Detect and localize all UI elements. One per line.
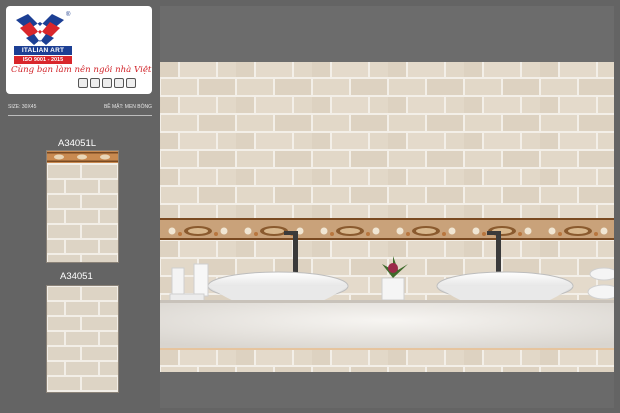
certification-badges (78, 78, 150, 90)
brand-name: ITALIAN ART (14, 46, 72, 55)
size-label: SIZE: 30X45 (8, 104, 37, 110)
iso-certification: ISO 9001 - 2015 (14, 56, 72, 64)
brand-slogan: Cùng bạn làm nên ngôi nhà Việt (11, 65, 152, 75)
spec-divider (8, 115, 152, 116)
tile-code-border: A34051L (58, 138, 97, 149)
decor-border (160, 220, 614, 238)
tile-border-pattern (47, 151, 118, 262)
scene-illustration (160, 6, 614, 408)
tile-thumbnail-plain[interactable] (47, 286, 118, 392)
tile-plain-pattern (47, 286, 118, 392)
surface-label: BỀ MẶT: MEN BÓNG (103, 104, 152, 110)
cert-badge-icon (90, 78, 100, 88)
left-info-panel: ® ITALIAN ART ISO 9001 - 2015 Cùng bạn l… (0, 0, 160, 413)
bathroom-scene (160, 6, 614, 408)
brand-logo-icon (16, 14, 64, 45)
registered-mark: ® (66, 12, 71, 18)
lower-tile-strip (160, 348, 614, 372)
cert-badge-icon (78, 78, 88, 88)
brand-logo-card: ® ITALIAN ART ISO 9001 - 2015 Cùng bạn l… (6, 6, 152, 94)
cert-badge-icon (114, 78, 124, 88)
cert-badge-icon (126, 78, 136, 88)
cert-badge-icon (102, 78, 112, 88)
tile-thumbnail-border[interactable] (47, 151, 118, 262)
upper-wall (160, 6, 614, 62)
marble-counter (160, 302, 614, 348)
floor-area (160, 372, 614, 408)
catalog-page: ® ITALIAN ART ISO 9001 - 2015 Cùng bạn l… (0, 0, 620, 413)
tile-code-plain: A34051 (60, 271, 93, 282)
spec-row: SIZE: 30X45 BỀ MẶT: MEN BÓNG (8, 104, 152, 110)
